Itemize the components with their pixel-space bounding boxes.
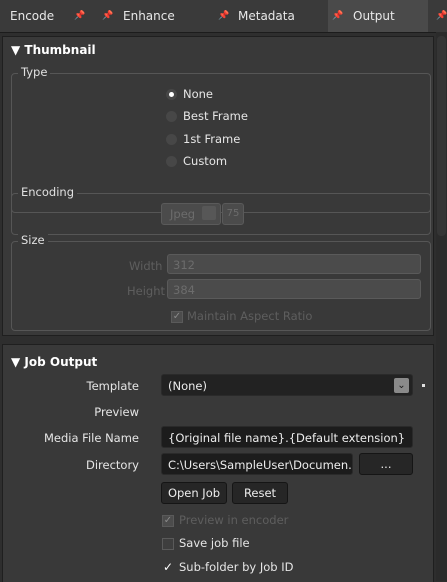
tab-output[interactable]: Output 📌 — [328, 0, 428, 32]
width-label: Width — [129, 259, 163, 273]
tab-bar: Encode 📌 Enhance 📌 Metadata 📌 Output 📌 📌 — [0, 0, 447, 33]
template-label: Template — [86, 379, 139, 393]
width-field[interactable]: 312 — [167, 254, 421, 274]
pin-icon[interactable]: 📌 — [218, 0, 229, 32]
directory-value: C:\Users\SampleUser\Documen... — [168, 458, 353, 472]
checkbox-icon[interactable]: ✓ — [162, 561, 174, 574]
media-file-name-value: {Original file name}.{Default extension} — [168, 431, 406, 445]
scrollbar-thumb[interactable] — [437, 36, 446, 236]
pin-icon[interactable]: 📌 — [102, 0, 113, 32]
encoding-format-select[interactable]: Jpeg — [161, 203, 221, 225]
job-output-section: ▼ Job Output Template (None) ⌄ Preview M… — [2, 344, 434, 582]
height-label: Height — [127, 284, 166, 298]
encoding-group: Encoding — [11, 185, 431, 235]
job-output-section-title[interactable]: ▼ Job Output — [11, 355, 97, 369]
radio-icon[interactable] — [166, 89, 177, 100]
tab-metadata[interactable]: Metadata 📌 — [200, 0, 328, 32]
save-job-file-label[interactable]: Save job file — [179, 536, 250, 550]
radio-custom-label[interactable]: Custom — [183, 154, 227, 168]
directory-field[interactable]: C:\Users\SampleUser\Documen... — [161, 453, 353, 475]
browse-button[interactable]: ... — [359, 453, 413, 475]
media-file-name-field[interactable]: {Original file name}.{Default extension} — [161, 426, 413, 448]
radio-icon[interactable] — [166, 134, 177, 145]
preview-in-encoder-label[interactable]: Preview in encoder — [179, 513, 288, 527]
tab-enhance[interactable]: Enhance 📌 — [88, 0, 200, 32]
encoding-quality-value: 75 — [226, 208, 240, 219]
template-select[interactable]: (None) ⌄ — [161, 374, 413, 396]
maintain-aspect-ratio-label[interactable]: Maintain Aspect Ratio — [187, 309, 312, 323]
encoding-quality-field[interactable]: 75 — [222, 203, 244, 225]
checkbox-icon[interactable] — [162, 538, 174, 550]
template-value: (None) — [168, 379, 207, 393]
height-value: 384 — [173, 283, 195, 297]
radio-icon[interactable] — [166, 111, 177, 122]
tab-encode-label: Encode — [10, 9, 55, 23]
width-value: 312 — [173, 258, 195, 272]
tab-metadata-label: Metadata — [238, 9, 295, 23]
directory-label: Directory — [85, 458, 139, 472]
preview-label: Preview — [94, 405, 139, 419]
size-group-label: Size — [18, 233, 48, 247]
pin-icon[interactable]: 📌 — [436, 0, 447, 32]
thumbnail-section: ▼ Thumbnail Type None Best Frame 1st Fra… — [2, 36, 434, 336]
thumbnail-section-title[interactable]: ▼ Thumbnail — [11, 43, 96, 57]
tab-output-label: Output — [353, 9, 395, 23]
encoding-group-label: Encoding — [18, 185, 77, 199]
radio-1st-frame-label[interactable]: 1st Frame — [183, 132, 240, 146]
radio-none-label[interactable]: None — [183, 87, 213, 101]
reset-button[interactable]: Reset — [232, 482, 288, 504]
height-field[interactable]: 384 — [167, 279, 421, 299]
radio-best-frame-label[interactable]: Best Frame — [183, 109, 248, 123]
pin-icon[interactable]: 📌 — [332, 0, 343, 32]
checkbox-icon[interactable]: ✓ — [171, 311, 183, 323]
pin-icon[interactable]: 📌 — [74, 0, 85, 32]
dropdown-arrow-icon[interactable]: ⌄ — [394, 378, 409, 393]
radio-icon[interactable] — [166, 156, 177, 167]
media-file-name-label: Media File Name — [43, 431, 139, 445]
checkbox-icon[interactable]: ✓ — [162, 515, 174, 527]
encoding-format-value: Jpeg — [170, 207, 196, 221]
subfolder-by-job-id-label[interactable]: Sub-folder by Job ID — [179, 560, 293, 574]
tab-enhance-label: Enhance — [123, 9, 175, 23]
status-dot — [422, 384, 425, 387]
tab-encode[interactable]: Encode 📌 — [0, 0, 88, 32]
dropdown-arrow-icon — [202, 206, 216, 220]
open-job-button[interactable]: Open Job — [161, 482, 227, 504]
type-group-label: Type — [18, 65, 51, 79]
